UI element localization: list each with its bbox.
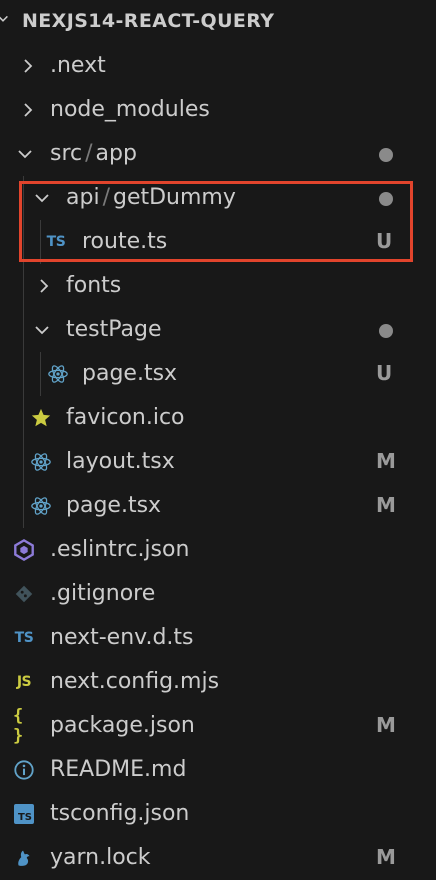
- annotation-highlight-box: [19, 181, 413, 262]
- react-icon: [48, 365, 68, 383]
- chevron-down-icon: [35, 326, 49, 335]
- git-status-badge: M: [376, 449, 396, 473]
- chevron-right-icon: [40, 279, 49, 293]
- tree-item-tsconfig[interactable]: TS tsconfig.json: [0, 792, 436, 836]
- tree-item-page-tsx[interactable]: page.tsx M: [0, 484, 436, 528]
- tree-item-layout-tsx[interactable]: layout.tsx M: [0, 440, 436, 484]
- git-status-badge: M: [376, 713, 396, 737]
- tree-item-next-config[interactable]: JS next.config.mjs: [0, 660, 436, 704]
- json-icon: { }: [13, 706, 24, 746]
- tree-item-label: next.config.mjs: [50, 669, 220, 694]
- tree-item-fonts[interactable]: fonts: [0, 264, 436, 308]
- yarn-icon: [18, 850, 30, 866]
- tree-item-label: yarn.lock: [50, 845, 151, 870]
- tree-item-label: .eslintrc.json: [50, 537, 190, 562]
- tree-item-label: favicon.ico: [66, 405, 185, 430]
- file-explorer: NEXJS14-REACT-QUERY .next node_modules s…: [0, 0, 436, 878]
- git-status-badge: M: [376, 845, 396, 869]
- git-icon: [15, 585, 33, 603]
- tree-item-label: node_modules: [50, 97, 210, 122]
- chevron-down-icon: [18, 150, 32, 159]
- tree-item-label: .gitignore: [50, 581, 156, 606]
- tree-item-label: package.json: [50, 713, 195, 738]
- tree-item-testpage[interactable]: testPage: [0, 308, 436, 352]
- tree-item-package-json[interactable]: { } package.json M: [0, 704, 436, 748]
- info-icon: [14, 760, 34, 780]
- tree-item-gitignore[interactable]: .gitignore: [0, 572, 436, 616]
- chevron-down-icon: [0, 15, 8, 22]
- tree-item-src-app[interactable]: src / app: [0, 132, 436, 176]
- git-status-badge: U: [376, 361, 393, 385]
- star-icon: [31, 408, 51, 427]
- tree-item-label: page.tsx: [66, 493, 162, 518]
- tree-item-eslintrc[interactable]: .eslintrc.json: [0, 528, 436, 572]
- tree-item-label: page.tsx: [82, 361, 178, 386]
- react-icon: [31, 497, 51, 515]
- tree-item-readme[interactable]: README.md: [0, 748, 436, 792]
- typescript-icon: TS: [14, 630, 34, 646]
- tree-item-next[interactable]: .next: [0, 44, 436, 88]
- chevron-right-icon: [24, 103, 33, 117]
- react-icon: [31, 453, 51, 471]
- javascript-icon: JS: [16, 674, 32, 690]
- tree-item-node-modules[interactable]: node_modules: [0, 88, 436, 132]
- tree-item-testpage-page-tsx[interactable]: page.tsx U: [0, 352, 436, 396]
- tree-item-next-env[interactable]: TS next-env.d.ts: [0, 616, 436, 660]
- tree-item-label: layout.tsx: [66, 449, 175, 474]
- tree-item-label: tsconfig.json: [50, 801, 190, 826]
- explorer-section-header[interactable]: NEXJS14-REACT-QUERY: [0, 0, 436, 44]
- tsconfig-icon: TS: [13, 803, 35, 825]
- tree-item-yarn-lock[interactable]: yarn.lock M: [0, 836, 436, 880]
- tree-item-label: fonts: [66, 273, 122, 298]
- tree-item-label: testPage: [66, 317, 162, 342]
- tree-item-label: next-env.d.ts: [50, 625, 194, 650]
- eslint-icon: [14, 539, 34, 561]
- section-title: NEXJS14-REACT-QUERY: [22, 10, 275, 32]
- chevron-right-icon: [24, 59, 33, 73]
- modified-dot: [379, 148, 393, 162]
- git-status-badge: M: [376, 493, 396, 517]
- tree-item-label: src / app: [50, 141, 137, 166]
- tree-item-label: README.md: [50, 757, 187, 782]
- tree-item-favicon[interactable]: favicon.ico: [0, 396, 436, 440]
- modified-dot: [379, 324, 393, 338]
- tree-item-label: .next: [50, 53, 106, 78]
